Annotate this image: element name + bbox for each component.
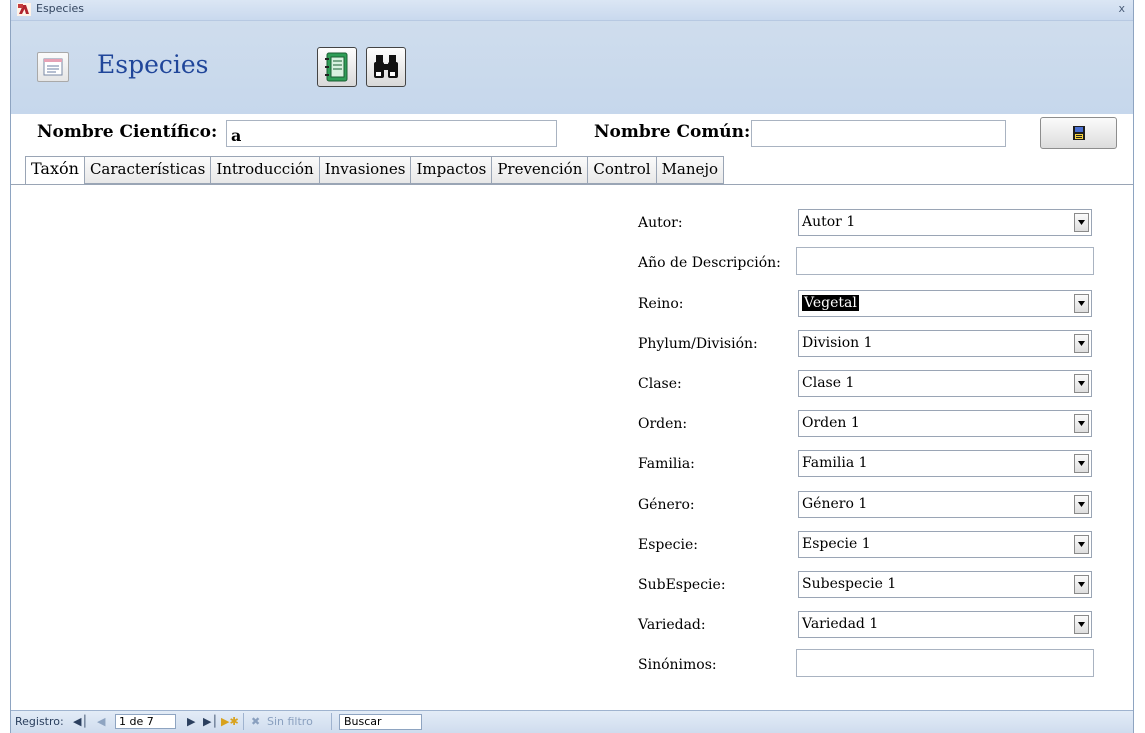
last-record-icon[interactable]: ▶│ <box>203 715 218 728</box>
orden-dropdown[interactable]: Orden 1 <box>798 410 1092 437</box>
dropdown-arrow-icon[interactable] <box>1074 374 1089 393</box>
especie-value: Especie 1 <box>802 536 871 552</box>
dropdown-arrow-icon[interactable] <box>1074 414 1089 433</box>
orden-value: Orden 1 <box>802 415 860 431</box>
dropdown-arrow-icon[interactable] <box>1074 294 1089 313</box>
tab-introduccion[interactable]: Introducción <box>211 156 320 184</box>
variedad-label: Variedad: <box>638 617 706 633</box>
phylum-dropdown[interactable]: Division 1 <box>798 330 1092 357</box>
scientific-name-input[interactable] <box>226 120 557 147</box>
scientific-name-label: Nombre Científico: <box>37 122 218 142</box>
form-icon <box>37 52 69 82</box>
sinonimos-input[interactable] <box>796 649 1094 677</box>
form-header: Especies <box>11 21 1133 114</box>
tab-manejo[interactable]: Manejo <box>656 156 725 184</box>
reino-dropdown[interactable]: Vegetal <box>798 290 1092 317</box>
current-record-input[interactable]: 1 de 7 <box>115 714 176 729</box>
new-record-icon[interactable]: ▶✱ <box>221 715 239 728</box>
reino-value: Vegetal <box>802 295 859 311</box>
autor-label: Autor: <box>638 215 683 231</box>
especies-window: Especies x Especies Nombre Científico: a… <box>10 0 1134 733</box>
page-title: Especies <box>97 50 209 79</box>
familia-dropdown[interactable]: Familia 1 <box>798 450 1092 477</box>
record-label: Registro: <box>15 715 64 728</box>
anio-descripcion-input[interactable] <box>796 247 1094 275</box>
dropdown-arrow-icon[interactable] <box>1074 495 1089 514</box>
familia-value: Familia 1 <box>802 455 868 471</box>
dropdown-arrow-icon[interactable] <box>1074 334 1089 353</box>
sinonimos-label: Sinónimos: <box>638 657 717 673</box>
phylum-label: Phylum/División: <box>638 336 758 352</box>
reino-label: Reino: <box>638 296 684 312</box>
tab-caracteristicas[interactable]: Características <box>84 156 212 184</box>
filter-status[interactable]: Sin filtro <box>267 715 313 728</box>
tab-prevencion[interactable]: Prevención <box>492 156 589 184</box>
separator <box>243 713 244 730</box>
dropdown-arrow-icon[interactable] <box>1074 454 1089 473</box>
familia-label: Familia: <box>638 456 695 472</box>
common-name-input[interactable] <box>751 120 1006 147</box>
tab-invasiones[interactable]: Invasiones <box>319 156 412 184</box>
variedad-value: Variedad 1 <box>802 616 879 632</box>
record-navigation-bar: Registro: ◀│ ◀ 1 de 7 ▶ ▶│ ▶✱ ✖ Sin filt… <box>11 710 1133 733</box>
variedad-dropdown[interactable]: Variedad 1 <box>798 611 1092 638</box>
first-record-icon[interactable]: ◀│ <box>73 715 88 728</box>
especie-label: Especie: <box>638 537 698 553</box>
genero-dropdown[interactable]: Género 1 <box>798 491 1092 518</box>
phylum-value: Division 1 <box>802 335 873 351</box>
subespecie-value: Subespecie 1 <box>802 576 897 592</box>
window-title: Especies <box>36 2 85 15</box>
tab-bar: Taxón Características Introducción Invas… <box>25 156 725 185</box>
binoculars-icon <box>374 55 398 78</box>
common-name-label: Nombre Común: <box>594 122 751 142</box>
autor-dropdown[interactable]: Autor 1 <box>798 209 1092 236</box>
dropdown-arrow-icon[interactable] <box>1074 575 1089 594</box>
next-record-icon[interactable]: ▶ <box>187 715 195 728</box>
dropdown-arrow-icon[interactable] <box>1074 615 1089 634</box>
orden-label: Orden: <box>638 416 688 432</box>
subespecie-label: SubEspecie: <box>638 577 726 593</box>
search-button[interactable] <box>366 47 406 87</box>
clase-label: Clase: <box>638 376 682 392</box>
access-app-icon <box>17 3 31 16</box>
tab-taxon[interactable]: Taxón <box>25 156 85 185</box>
separator <box>331 713 332 730</box>
clase-dropdown[interactable]: Clase 1 <box>798 370 1092 397</box>
search-box[interactable]: Buscar <box>339 714 422 730</box>
tab-control[interactable]: Control <box>588 156 657 184</box>
genero-label: Género: <box>638 497 695 513</box>
close-icon[interactable]: x <box>1118 2 1125 15</box>
genero-value: Género 1 <box>802 496 868 512</box>
open-form-button[interactable] <box>317 47 357 87</box>
save-button[interactable] <box>1040 117 1117 149</box>
previous-record-icon[interactable]: ◀ <box>97 715 105 728</box>
save-icon <box>1072 126 1085 140</box>
filter-icon: ✖ <box>251 715 261 728</box>
dropdown-arrow-icon[interactable] <box>1074 213 1089 232</box>
especie-dropdown[interactable]: Especie 1 <box>798 531 1092 558</box>
anio-label: Año de Descripción: <box>638 255 781 271</box>
subespecie-dropdown[interactable]: Subespecie 1 <box>798 571 1092 598</box>
autor-value: Autor 1 <box>802 214 856 230</box>
clase-value: Clase 1 <box>802 375 855 391</box>
title-bar: Especies x <box>11 0 1133 21</box>
tab-divider <box>11 184 1133 185</box>
dropdown-arrow-icon[interactable] <box>1074 535 1089 554</box>
tab-impactos[interactable]: Impactos <box>411 156 493 184</box>
notebook-icon <box>325 52 348 82</box>
